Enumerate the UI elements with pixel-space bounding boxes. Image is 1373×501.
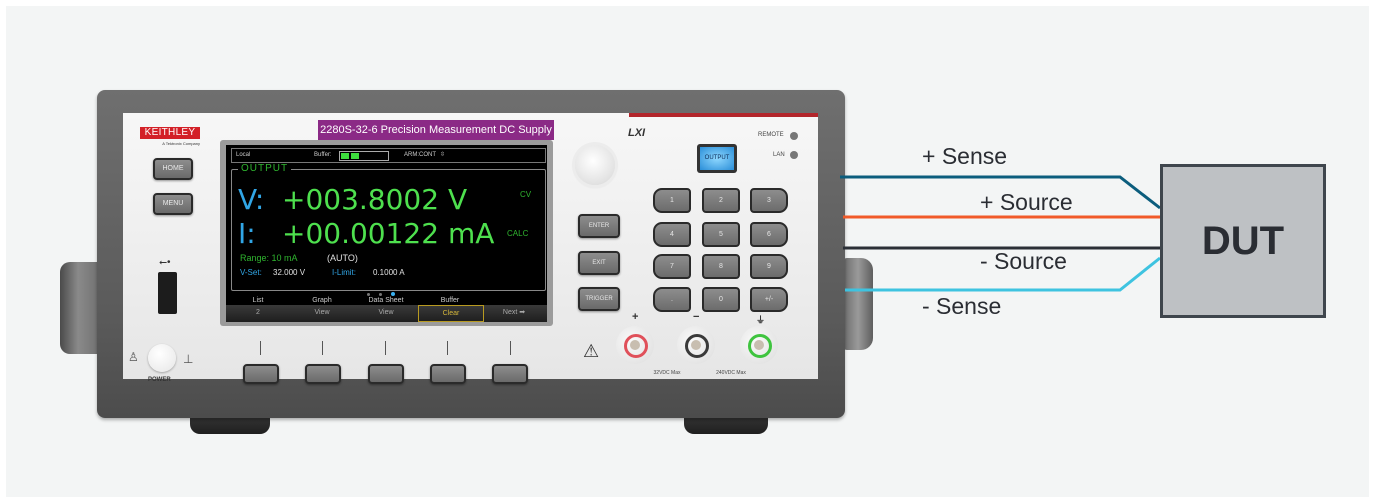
minus-source-label: - Source	[980, 248, 1067, 274]
dut-box: DUT	[1160, 164, 1326, 318]
plus-sense-label: + Sense	[922, 143, 1008, 169]
plus-source-label: + Source	[980, 189, 1073, 215]
minus-sense-label: - Sense	[922, 293, 1002, 319]
